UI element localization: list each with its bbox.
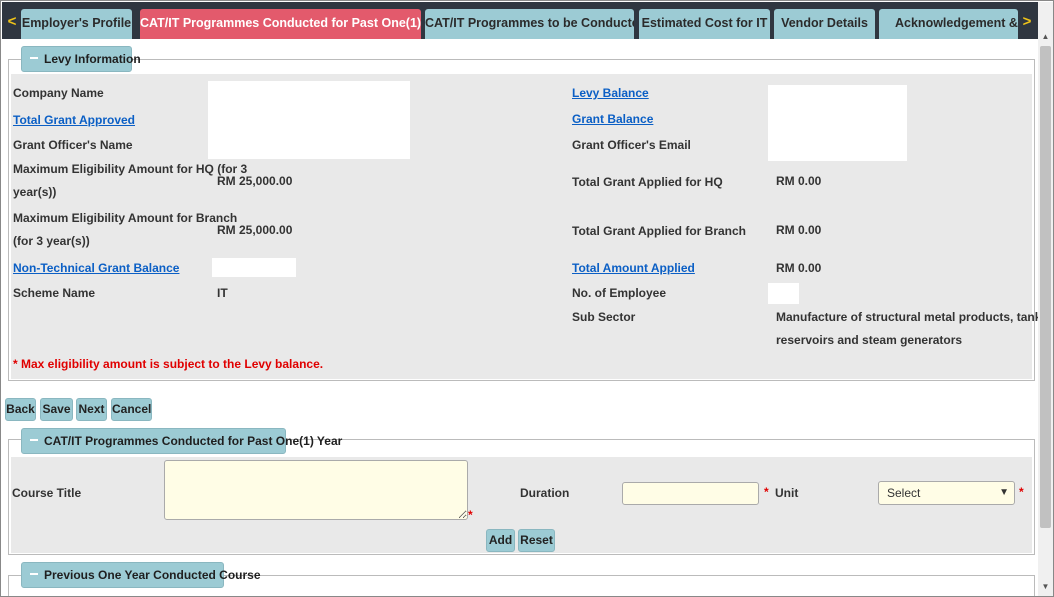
sub-sector-value-line2: reservoirs and steam generators	[776, 333, 963, 347]
max-branch-value: RM 25,000.00	[217, 223, 293, 237]
non-technical-grant-balance-value	[212, 258, 296, 277]
levy-balance-link[interactable]: Levy Balance	[572, 82, 649, 104]
total-grant-branch-label: Total Grant Applied for Branch	[572, 224, 747, 238]
tab-estimated-cost[interactable]: Estimated Cost for IT	[639, 9, 770, 39]
collapse-icon	[30, 572, 38, 575]
course-title-label: Course Title	[12, 486, 82, 500]
legend-label: Previous One Year Conducted Course	[44, 568, 261, 582]
legend-label: Levy Information	[44, 52, 141, 66]
grant-balance-link[interactable]: Grant Balance	[572, 108, 653, 130]
collapse-icon	[30, 438, 38, 441]
unit-label: Unit	[775, 486, 799, 500]
next-button[interactable]: Next	[76, 398, 107, 421]
company-name-label: Company Name	[13, 86, 104, 100]
max-eligibility-note: * Max eligibility amount is subject to t…	[13, 357, 324, 371]
sub-sector-value-line1: Manufacture of structural metal products…	[776, 310, 1052, 324]
previous-course-legend[interactable]: Previous One Year Conducted Course	[21, 562, 261, 588]
max-hq-label-line2: year(s))	[13, 185, 57, 199]
cancel-button[interactable]: Cancel	[111, 398, 152, 421]
tab-programmes-to-be-conducted[interactable]: CAT/IT Programmes to be Conducted	[425, 9, 634, 39]
application-window: < Employer's Profile CAT/IT Programmes C…	[0, 0, 1054, 597]
duration-required-mark: *	[764, 485, 769, 499]
tab-programmes-conducted-past-year[interactable]: CAT/IT Programmes Conducted for Past One…	[140, 9, 421, 39]
grant-officer-name-label: Grant Officer's Name	[13, 138, 133, 152]
course-title-required-mark: *	[468, 508, 473, 522]
chevron-down-icon: ▼	[999, 487, 1009, 498]
scheme-name-label: Scheme Name	[13, 286, 96, 300]
add-button[interactable]: Add	[486, 529, 515, 552]
vertical-scrollbar[interactable]: ▲ ▼	[1038, 2, 1053, 596]
levy-information-legend[interactable]: Levy Information	[21, 46, 141, 72]
unit-select[interactable]: Select ▼	[878, 481, 1015, 505]
reset-button[interactable]: Reset	[518, 529, 555, 552]
collapse-icon	[30, 56, 38, 59]
grant-officer-email-label: Grant Officer's Email	[572, 138, 691, 152]
total-amount-applied-value: RM 0.00	[776, 261, 822, 275]
unit-select-value: Select	[887, 486, 921, 500]
course-title-textarea[interactable]	[164, 460, 468, 520]
total-amount-applied-link[interactable]: Total Amount Applied	[572, 257, 695, 279]
levy-grant-email-value-box	[768, 85, 907, 161]
no-of-employee-label: No. of Employee	[572, 286, 667, 300]
max-hq-value: RM 25,000.00	[217, 174, 293, 188]
tab-acknowledgement[interactable]: Acknowledgement & Decl	[879, 9, 1018, 39]
total-grant-hq-label: Total Grant Applied for HQ	[572, 175, 723, 189]
back-button[interactable]: Back	[5, 398, 36, 421]
tab-scroll-left-icon[interactable]: <	[4, 9, 20, 39]
tab-vendor-details[interactable]: Vendor Details	[774, 9, 875, 39]
legend-label: CAT/IT Programmes Conducted for Past One…	[44, 434, 343, 448]
scroll-up-icon[interactable]: ▲	[1038, 30, 1053, 44]
company-grant-officer-value-box	[208, 81, 410, 159]
scheme-name-value: IT	[217, 286, 228, 300]
tab-scroll-right-icon[interactable]: >	[1019, 9, 1035, 39]
duration-label: Duration	[520, 486, 570, 500]
max-branch-label-line1: Maximum Eligibility Amount for Branch	[13, 211, 238, 225]
no-of-employee-value	[768, 283, 799, 304]
tab-bar: < Employer's Profile CAT/IT Programmes C…	[2, 2, 1038, 39]
course-form-legend[interactable]: CAT/IT Programmes Conducted for Past One…	[21, 428, 342, 454]
unit-required-mark: *	[1019, 485, 1024, 499]
max-hq-label-line1: Maximum Eligibility Amount for HQ (for 3	[13, 162, 248, 176]
duration-input[interactable]	[622, 482, 759, 505]
tab-employers-profile[interactable]: Employer's Profile	[21, 9, 132, 39]
sub-sector-label: Sub Sector	[572, 310, 636, 324]
total-grant-hq-value: RM 0.00	[776, 174, 822, 188]
non-technical-grant-balance-link[interactable]: Non-Technical Grant Balance	[13, 257, 179, 279]
save-button[interactable]: Save	[40, 398, 73, 421]
total-grant-approved-link[interactable]: Total Grant Approved	[13, 109, 135, 131]
max-branch-label-line2: (for 3 year(s))	[13, 234, 90, 248]
scroll-down-icon[interactable]: ▼	[1038, 580, 1053, 594]
scrollbar-thumb[interactable]	[1040, 46, 1051, 528]
total-grant-branch-value: RM 0.00	[776, 223, 822, 237]
